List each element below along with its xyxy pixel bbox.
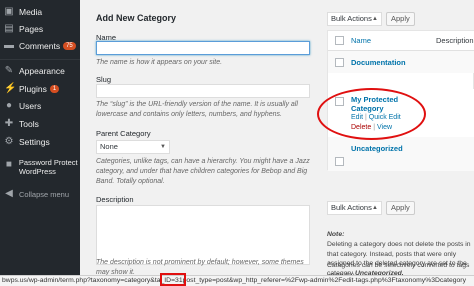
sidebar-item-label: Users [19,101,42,111]
comments-icon: ▬ [4,40,14,51]
row-checkbox[interactable] [335,58,344,67]
sidebar-item-label: Tools [19,119,39,129]
sidebar-item-label: Settings [19,137,50,147]
lock-icon: ■ [5,159,12,170]
sidebar-item-plugins[interactable]: ⚡ Plugins 1 [0,80,80,98]
sidebar-item-users[interactable]: ● Users [0,97,80,115]
sidebar-item-tools[interactable]: ✚ Tools [0,115,80,133]
media-icon: ▣ [4,6,14,17]
form-heading: Add New Category [96,13,177,23]
appearance-icon: ✎ [4,65,14,76]
name-description: The name is how it appears on your site. [96,59,223,66]
sidebar-item-settings[interactable]: ⚙ Settings [0,133,80,151]
description-textarea[interactable] [96,205,310,265]
admin-sidebar: ▣ Media ▤ Pages ▬ Comments 75 ✎ Appearan… [0,0,80,286]
parent-category-value: None [100,142,118,151]
tools-icon: ✚ [4,118,14,129]
menu-separator [0,59,80,60]
sidebar-item-label: Appearance [19,66,65,76]
add-category-form: Add New Category Name The name is how it… [88,0,316,275]
status-url: bwps.us/wp-admin/term.php?taxonomy=categ… [2,277,466,284]
pages-icon: ▤ [4,23,14,34]
bulk-actions-value: Bulk Actions [331,203,372,212]
chevron-down-icon: ▲ [372,205,378,211]
plugins-update-badge: 1 [49,85,60,93]
sidebar-item-label: Collapse menu [19,189,70,199]
settings-icon: ⚙ [4,136,14,147]
sidebar-item-label: Media [19,7,43,17]
slug-input[interactable] [96,84,310,98]
sidebar-item-pages[interactable]: ▤ Pages [0,20,80,38]
category-link[interactable]: Documentation [351,58,406,67]
category-list: Bulk Actions ▲ Apply Name Description Do… [322,0,474,279]
description-help: The description is not prominent by defa… [96,259,304,275]
url-suffix: post_type=post&wp_http_referer=%2Fwp-adm… [182,277,466,284]
parent-category-description: Categories, unlike tags, can have a hier… [96,158,310,185]
collapse-icon: ◀ [5,188,13,199]
bulk-actions-select-top[interactable]: Bulk Actions ▲ [327,12,382,26]
slug-label: Slug [96,75,112,84]
parent-category-label: Parent Category [96,129,151,138]
url-prefix: bwps.us/wp-admin/term.php?taxonomy=categ… [2,277,161,284]
chevron-down-icon: ▲ [372,16,378,22]
bulk-actions-select-bottom[interactable]: Bulk Actions ▲ [327,201,382,215]
row-checkbox[interactable] [335,157,344,166]
sidebar-item-password-protect[interactable]: ■ Password Protect WordPress [0,158,80,180]
description-label: Description [96,195,134,204]
plugins-icon: ⚡ [4,83,17,94]
sidebar-item-label: Password Protect WordPress [18,158,78,176]
column-header-name[interactable]: Name [351,36,371,45]
comments-count-badge: 75 [63,42,76,50]
table-row: Uncategorized [328,137,474,171]
sidebar-item-media[interactable]: ▣ Media [0,3,80,21]
apply-button-bottom[interactable]: Apply [386,201,415,215]
sidebar-item-appearance[interactable]: ✎ Appearance [0,62,80,80]
slug-description: The “slug” is the URL-friendly version o… [96,101,298,118]
select-all-checkbox[interactable] [335,36,344,45]
category-link[interactable]: Uncategorized [351,144,403,153]
sidebar-item-label: Comments [19,41,61,51]
users-icon: ● [5,100,13,111]
apply-button-top[interactable]: Apply [386,12,415,26]
table-header: Name Description [328,31,474,51]
column-header-description[interactable]: Description [436,36,474,45]
name-input[interactable] [96,41,310,55]
sidebar-item-comments[interactable]: ▬ Comments 75 [0,37,80,55]
annotation-highlight-oval [317,88,426,140]
table-row: Documentation [328,51,474,73]
sidebar-item-label: Pages [19,24,44,34]
collapse-menu-button[interactable]: ◀ Collapse menu [0,185,80,203]
parent-category-select[interactable]: None ▼ [96,140,170,154]
note-label: Note: [327,231,345,238]
annotation-highlight-box [160,273,186,286]
sidebar-item-label: Plugins [19,84,47,94]
bulk-actions-value: Bulk Actions [331,14,372,23]
browser-status-bar: bwps.us/wp-admin/term.php?taxonomy=categ… [0,275,474,286]
chevron-down-icon: ▼ [160,144,166,150]
